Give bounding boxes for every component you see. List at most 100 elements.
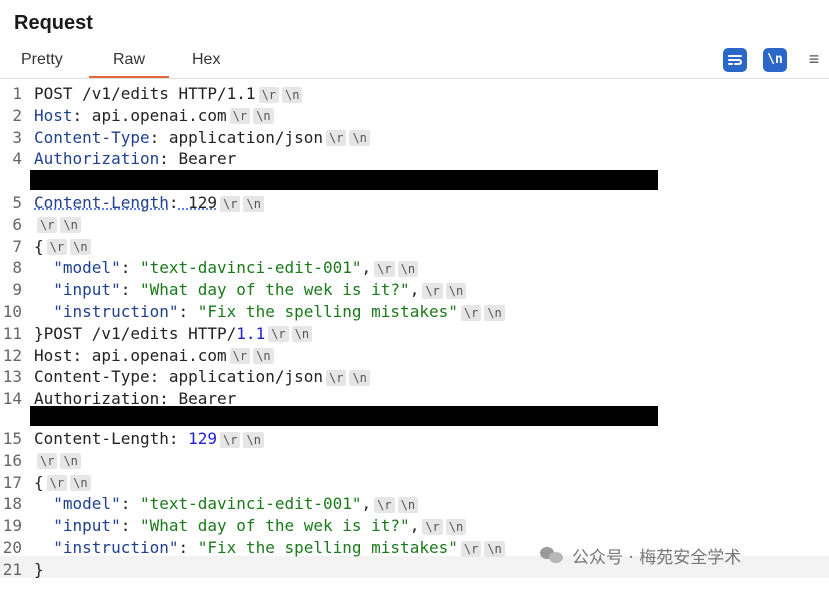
- header-name: Content-Type: [34, 127, 150, 147]
- cr-marker: \r: [229, 108, 251, 125]
- cr-marker: \r: [422, 518, 443, 535]
- line-number: 2: [12, 105, 22, 125]
- code-line: 10 "instruction": "Fix the spelling mist…: [0, 301, 505, 322]
- line-number: 10: [2, 302, 22, 321]
- code-line: 3 Content-Type: application/json \r \n: [0, 127, 370, 148]
- header-value: Bearer: [168, 149, 237, 169]
- line-text: Authorization: Bearer: [34, 389, 237, 409]
- json-separator: ,: [361, 258, 372, 278]
- lf-marker: \n: [484, 304, 505, 321]
- code-line: 8 "model": "text-davinci-edit-001", \r \n: [0, 257, 419, 278]
- raw-request-editor[interactable]: 1 POST /v1/edits HTTP/1.1 \r \n 2 Host: api.o…: [0, 83, 829, 583]
- json-key: "model": [53, 494, 121, 514]
- line-number: 6: [12, 214, 22, 234]
- request-panel: Request Pretty Raw Hex \n ≡ 1 POST /v1/ed…: [0, 0, 829, 590]
- code-line: 5 Content-Length: 129 \r \n: [0, 192, 264, 213]
- code-line: 4 Authorization: Bearer: [0, 148, 236, 169]
- cr-marker: \r: [46, 239, 68, 256]
- cr-marker: \r: [229, 348, 251, 365]
- line-text: {: [34, 472, 44, 492]
- code-line: 17 {\r \n: [0, 472, 91, 493]
- cr-marker: \r: [268, 326, 289, 343]
- cr-marker: \r: [325, 369, 347, 386]
- lf-marker: \n: [70, 475, 91, 492]
- code-line: 13 Content-Type: application/json \r \n: [0, 366, 370, 387]
- panel-title: Request: [14, 12, 93, 34]
- line-text: POST /v1/edits HTTP/1.1: [34, 84, 256, 103]
- line-number: 14: [2, 389, 22, 409]
- code-line: 15 Content-Length: 129 \r \n: [0, 428, 264, 449]
- line-number: 16: [2, 450, 22, 470]
- cr-marker: \r: [220, 431, 241, 448]
- header-value: application/json: [159, 127, 323, 147]
- line-text: Content-Length:: [34, 429, 189, 448]
- json-key: "instruction": [53, 302, 179, 321]
- header-value: api.openai.com: [82, 105, 227, 125]
- cr-marker: \r: [460, 540, 482, 557]
- tab-hex[interactable]: Hex: [192, 50, 220, 76]
- line-number-value: 129: [188, 429, 218, 448]
- json-separator: ,: [361, 494, 372, 514]
- code-line: 7 {\r \n: [0, 236, 91, 257]
- json-key: "input": [53, 516, 121, 536]
- lf-marker: \n: [291, 326, 313, 343]
- view-tabs: Pretty Raw Hex: [0, 44, 829, 79]
- code-line: 2 Host: api.openai.com \r \n: [0, 105, 274, 126]
- header-name: Content-Length: [34, 193, 169, 212]
- json-value: "Fix the spelling mistakes": [197, 302, 458, 321]
- json-value: "What day of the wek is it?": [139, 516, 410, 536]
- lf-marker: \n: [445, 282, 467, 299]
- tab-pretty[interactable]: Pretty: [21, 50, 63, 76]
- code-line: 12 Host: api.openai.com \r \n: [0, 345, 274, 366]
- cr-marker: \r: [460, 304, 482, 321]
- line-number: 13: [2, 367, 22, 387]
- lf-marker: \n: [397, 260, 419, 277]
- json-key: "instruction": [53, 538, 179, 557]
- lf-marker: \n: [60, 217, 81, 234]
- line-number: 8: [12, 258, 22, 278]
- cr-marker: \r: [374, 260, 395, 277]
- cr-marker: \r: [258, 86, 280, 103]
- line-number: 3: [12, 127, 22, 147]
- json-value: "Fix the spelling mistakes": [197, 538, 458, 557]
- code-line: 6 \r \n: [0, 214, 81, 235]
- line-number: 12: [2, 345, 22, 365]
- redacted-token: [30, 170, 658, 190]
- line-text: }: [34, 559, 44, 579]
- code-line: 19 "input": "What day of the wek is it?"…: [0, 515, 467, 536]
- line-number: 9: [12, 280, 22, 300]
- cr-marker: \r: [326, 130, 347, 147]
- lf-marker: \n: [253, 348, 274, 365]
- line-number: 21: [2, 559, 22, 579]
- json-value: "text-davinci-edit-001": [139, 494, 362, 514]
- lf-marker: \n: [445, 518, 467, 535]
- json-key: "input": [53, 280, 121, 300]
- lf-marker: \n: [70, 239, 91, 256]
- code-line: 18 "model": "text-davinci-edit-001", \r \n: [0, 493, 419, 514]
- cr-marker: \r: [46, 475, 68, 492]
- line-text: {: [34, 236, 44, 256]
- code-line: 1 POST /v1/edits HTTP/1.1 \r \n: [0, 83, 303, 104]
- line-number: 4: [12, 149, 22, 169]
- json-separator: ,: [409, 516, 420, 536]
- json-separator: ,: [409, 280, 420, 300]
- lf-marker: \n: [349, 369, 370, 386]
- line-text: Host: api.openai.com: [34, 345, 227, 365]
- code-line: 9 "input": "What day of the wek is it?",…: [0, 279, 467, 300]
- code-line: 21}: [0, 559, 44, 580]
- hamburger-menu-icon[interactable]: ≡: [805, 48, 823, 72]
- lf-marker: \n: [349, 130, 370, 147]
- line-number: 1: [12, 84, 22, 103]
- tab-raw[interactable]: Raw: [89, 50, 169, 78]
- line-number-value: 1.1: [236, 323, 266, 343]
- cr-marker: \r: [422, 282, 443, 299]
- word-wrap-icon[interactable]: [723, 48, 747, 72]
- show-newlines-button[interactable]: \n: [763, 48, 787, 72]
- code-line: 20 "instruction": "Fix the spelling mist…: [0, 537, 505, 558]
- json-key: "model": [53, 258, 121, 278]
- line-text: Content-Type: application/json: [34, 367, 323, 387]
- lf-marker: \n: [282, 86, 303, 103]
- code-line: 11}POST /v1/edits HTTP/1.1 \r \n: [0, 323, 313, 344]
- cr-marker: \r: [374, 496, 395, 513]
- header-name: Authorization: [34, 149, 160, 169]
